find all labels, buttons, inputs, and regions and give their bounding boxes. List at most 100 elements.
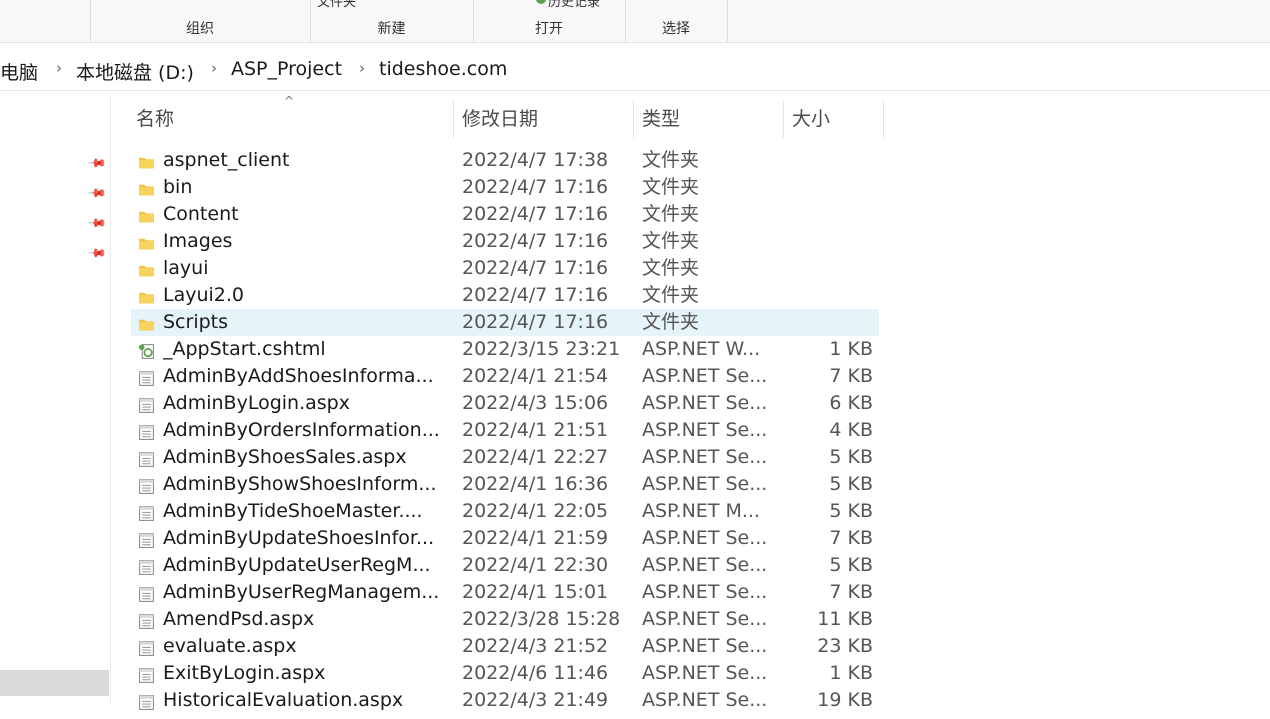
file-modified-date: 2022/4/3 21:52 xyxy=(462,635,609,657)
file-row[interactable]: _AppStart.cshtml 2022/3/15 23:21 ASP.NET W… xyxy=(131,336,879,363)
pin-icon[interactable]: 📌 xyxy=(87,153,107,173)
chevron-right-icon[interactable]: › xyxy=(359,59,365,77)
file-row[interactable]: HistoricalEvaluation.aspx 2022/4/3 21:49 A… xyxy=(131,687,879,714)
file-modified-date: 2022/4/1 21:59 xyxy=(462,527,609,549)
nav-selected-item[interactable] xyxy=(0,670,109,696)
ribbon-group-label: 打开 xyxy=(535,21,563,37)
file-row[interactable]: AdminByUpdateShoesInfor... 2022/4/1 21:59… xyxy=(131,525,879,552)
file-row[interactable]: AdminByShowShoesInform... 2022/4/1 16:36 A… xyxy=(131,471,879,498)
aspx-file-icon xyxy=(138,395,155,413)
folder-icon xyxy=(138,179,155,196)
file-type: 文件夹 xyxy=(642,176,700,198)
file-type: 文件夹 xyxy=(642,230,700,252)
aspx-file-icon xyxy=(138,611,155,629)
file-row[interactable]: ExitByLogin.aspx 2022/4/6 11:46 ASP.NET Se… xyxy=(131,660,879,687)
folder-icon xyxy=(138,206,155,223)
file-type: 文件夹 xyxy=(642,203,700,225)
folder-row[interactable]: Images 2022/4/7 17:16 文件夹 xyxy=(131,228,879,255)
aspx-file-icon xyxy=(138,692,155,710)
file-row[interactable]: AdminByAddShoesInforma... 2022/4/1 21:54 A… xyxy=(131,363,879,390)
pin-icon[interactable]: 📌 xyxy=(87,183,107,203)
ribbon-spacer xyxy=(0,0,91,42)
file-name: Scripts xyxy=(163,311,229,333)
file-size: 5 KB xyxy=(829,446,873,468)
column-header-name[interactable]: 名称 xyxy=(128,100,454,138)
file-row[interactable]: AdminByLogin.aspx 2022/4/3 15:06 ASP.NET S… xyxy=(131,390,879,417)
aspx-file-icon xyxy=(138,584,155,602)
file-type: ASP.NET Se... xyxy=(642,554,768,576)
file-size: 7 KB xyxy=(829,527,873,549)
file-row[interactable]: evaluate.aspx 2022/4/3 21:52 ASP.NET Se...… xyxy=(131,633,879,660)
file-modified-date: 2022/4/7 17:16 xyxy=(462,203,609,225)
file-name: Layui2.0 xyxy=(163,284,245,306)
file-type: ASP.NET Se... xyxy=(642,392,768,414)
ribbon-group-new[interactable]: 文件夹 新建 xyxy=(310,0,474,42)
folder-row[interactable]: aspnet_client 2022/4/7 17:38 文件夹 xyxy=(131,147,879,174)
file-modified-date: 2022/4/7 17:16 xyxy=(462,230,609,252)
file-size: 4 KB xyxy=(829,419,873,441)
aspx-file-icon xyxy=(138,665,155,683)
file-name: Content xyxy=(163,203,239,225)
file-type: ASP.NET Se... xyxy=(642,581,768,603)
breadcrumb-item-project[interactable]: ASP_Project xyxy=(231,58,342,80)
column-header-date[interactable]: 修改日期 xyxy=(454,100,634,138)
pin-icon[interactable]: 📌 xyxy=(87,243,107,263)
chevron-right-icon[interactable]: › xyxy=(56,59,62,77)
folder-row[interactable]: Content 2022/4/7 17:16 文件夹 xyxy=(131,201,879,228)
folder-row[interactable]: Layui2.0 2022/4/7 17:16 文件夹 xyxy=(131,282,879,309)
file-type: ASP.NET Se... xyxy=(642,419,768,441)
ribbon-group-label: 选择 xyxy=(662,21,690,37)
file-modified-date: 2022/4/1 16:36 xyxy=(462,473,609,495)
file-size: 11 KB xyxy=(817,608,873,630)
file-modified-date: 2022/4/7 17:16 xyxy=(462,257,609,279)
ribbon-group-open[interactable]: 历史记录 打开 xyxy=(473,0,626,42)
breadcrumb[interactable]: 电脑 › 本地磁盘 (D:) › ASP_Project › tideshoe.… xyxy=(0,50,1270,91)
file-size: 1 KB xyxy=(829,662,873,684)
ribbon-group-select[interactable]: 选择 xyxy=(625,0,728,42)
folder-row[interactable]: layui 2022/4/7 17:16 文件夹 xyxy=(131,255,879,282)
file-type: ASP.NET Se... xyxy=(642,608,768,630)
file-name: Images xyxy=(163,230,233,252)
file-modified-date: 2022/4/3 21:49 xyxy=(462,689,609,711)
file-row[interactable]: AdminByUserRegManagem... 2022/4/1 15:01 AS… xyxy=(131,579,879,606)
file-name: _AppStart.cshtml xyxy=(163,338,326,360)
file-name: ExitByLogin.aspx xyxy=(163,662,326,684)
folder-row[interactable]: Scripts 2022/4/7 17:16 文件夹 xyxy=(131,309,879,336)
file-name: AdminByUserRegManagem... xyxy=(163,581,440,603)
file-modified-date: 2022/4/6 11:46 xyxy=(462,662,609,684)
navigation-pane[interactable]: 📌 📌 📌 📌 xyxy=(0,96,111,703)
file-row[interactable]: AdminByOrdersInformation... 2022/4/1 21:5… xyxy=(131,417,879,444)
column-header-size[interactable]: 大小 xyxy=(784,100,884,138)
ribbon-group-label: 组织 xyxy=(186,21,214,37)
file-type: 文件夹 xyxy=(642,257,700,279)
file-modified-date: 2022/4/1 22:30 xyxy=(462,554,609,576)
breadcrumb-item-current[interactable]: tideshoe.com xyxy=(379,58,507,80)
file-size: 5 KB xyxy=(829,500,873,522)
file-type: ASP.NET Se... xyxy=(642,446,768,468)
aspx-file-icon xyxy=(138,530,155,548)
file-type: ASP.NET Se... xyxy=(642,365,768,387)
file-row[interactable]: AdminByTideShoeMaster.... 2022/4/1 22:05 A… xyxy=(131,498,879,525)
ribbon-group-organize[interactable]: 组织 xyxy=(90,0,311,42)
breadcrumb-item-computer[interactable]: 电脑 xyxy=(0,58,38,85)
aspx-file-icon xyxy=(138,503,155,521)
file-modified-date: 2022/4/1 21:51 xyxy=(462,419,609,441)
file-row[interactable]: AmendPsd.aspx 2022/3/28 15:28 ASP.NET Se..… xyxy=(131,606,879,633)
file-row[interactable]: AdminByUpdateUserRegM... 2022/4/1 22:30 AS… xyxy=(131,552,879,579)
aspx-file-icon xyxy=(138,368,155,386)
history-label[interactable]: 历史记录 xyxy=(548,0,600,10)
chevron-right-icon[interactable]: › xyxy=(211,59,217,77)
breadcrumb-item-drive[interactable]: 本地磁盘 (D:) xyxy=(76,58,194,85)
folder-icon xyxy=(138,152,155,169)
pin-icon[interactable]: 📌 xyxy=(87,213,107,233)
new-folder-label[interactable]: 文件夹 xyxy=(317,0,356,10)
ribbon: 组织 文件夹 新建 历史记录 打开 选择 xyxy=(0,0,1270,43)
folder-row[interactable]: bin 2022/4/7 17:16 文件夹 xyxy=(131,174,879,201)
file-row[interactable]: AdminByShoesSales.aspx 2022/4/1 22:27 ASP.… xyxy=(131,444,879,471)
file-modified-date: 2022/4/1 22:27 xyxy=(462,446,609,468)
file-type: ASP.NET Se... xyxy=(642,527,768,549)
file-name: aspnet_client xyxy=(163,149,290,171)
file-name: HistoricalEvaluation.aspx xyxy=(163,689,404,711)
column-header-type[interactable]: 类型 xyxy=(634,100,784,138)
file-modified-date: 2022/4/7 17:16 xyxy=(462,311,609,333)
